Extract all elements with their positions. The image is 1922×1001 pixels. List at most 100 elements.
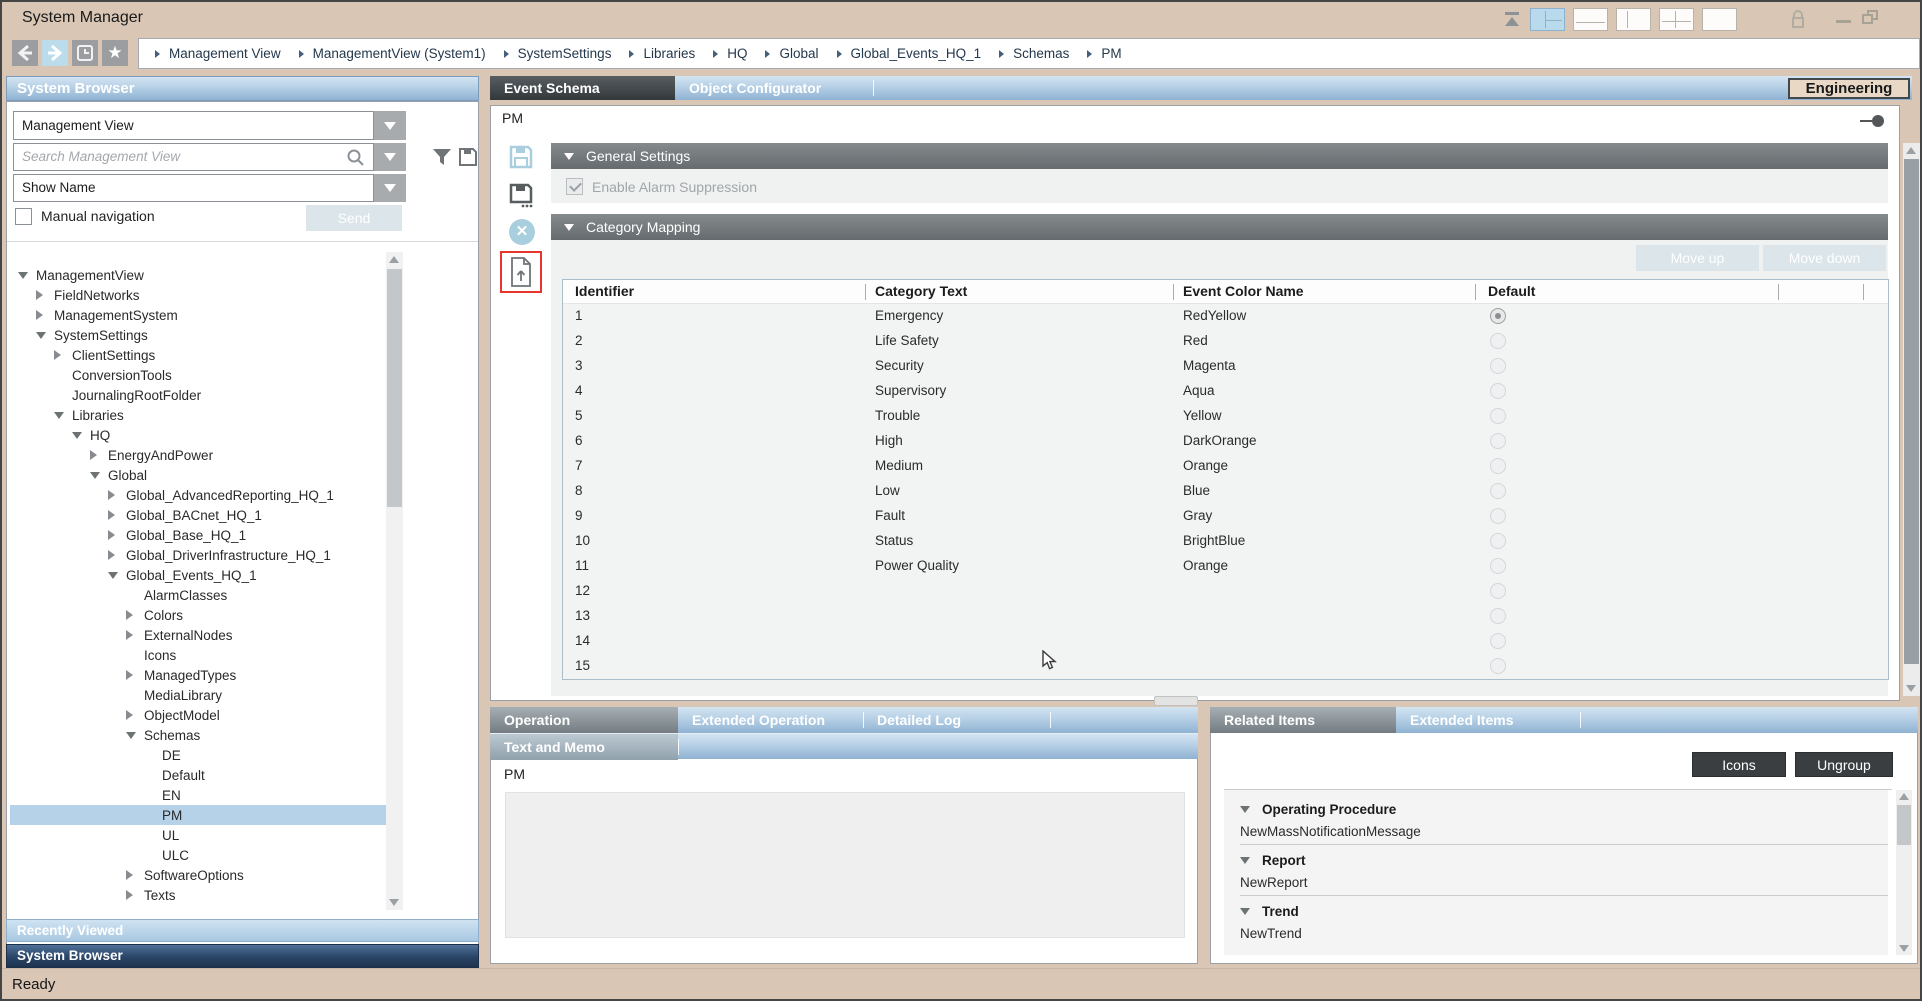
default-radio[interactable] (1490, 358, 1506, 374)
related-item-NewReport[interactable]: NewReport (1240, 871, 1888, 893)
default-radio[interactable] (1490, 608, 1506, 624)
expanded-arrow-icon[interactable] (1240, 806, 1250, 813)
tab-text-and-memo[interactable]: Text and Memo (490, 734, 678, 760)
lock-icon[interactable] (1790, 9, 1806, 30)
related-group-trend[interactable]: Trend (1240, 900, 1888, 922)
tree-item-ManagementView[interactable]: ManagementView (10, 265, 388, 285)
tree-item-Global_Base_HQ_1[interactable]: Global_Base_HQ_1 (10, 525, 388, 545)
default-radio[interactable] (1490, 308, 1506, 324)
tree-scrollbar-thumb[interactable] (387, 269, 402, 507)
category-row-5[interactable]: 5TroubleYellow (563, 404, 1888, 429)
tree-item-ClientSettings[interactable]: ClientSettings (10, 345, 388, 365)
restore-button[interactable] (1862, 10, 1880, 26)
category-row-8[interactable]: 8LowBlue (563, 479, 1888, 504)
tree-item-FieldNetworks[interactable]: FieldNetworks (10, 285, 388, 305)
category-row-10[interactable]: 10StatusBrightBlue (563, 529, 1888, 554)
expanded-arrow-icon[interactable] (1240, 908, 1250, 915)
tree-item-ExternalNodes[interactable]: ExternalNodes (10, 625, 388, 645)
collapsed-arrow-icon[interactable] (36, 290, 54, 300)
ungroup-button[interactable]: Ungroup (1795, 752, 1893, 777)
category-row-4[interactable]: 4SupervisoryAqua (563, 379, 1888, 404)
system-browser-bar[interactable]: System Browser (6, 944, 479, 968)
default-radio[interactable] (1490, 383, 1506, 399)
tab-related-items[interactable]: Related Items (1210, 707, 1396, 733)
tree-item-ObjectModel[interactable]: ObjectModel (10, 705, 388, 725)
tree-item-Default[interactable]: Default (10, 765, 388, 785)
tree-item-MediaLibrary[interactable]: MediaLibrary (10, 685, 388, 705)
layout-preset-3-button[interactable] (1616, 8, 1651, 31)
display-mode-selector[interactable]: Show Name (13, 174, 374, 202)
memo-textarea[interactable] (505, 792, 1185, 938)
collapsed-arrow-icon[interactable] (108, 510, 126, 520)
icons-button[interactable]: Icons (1692, 752, 1786, 777)
default-radio[interactable] (1490, 633, 1506, 649)
breadcrumb-item[interactable]: Schemas (999, 46, 1069, 61)
tree-item-ConversionTools[interactable]: ConversionTools (10, 365, 388, 385)
tree-item-SoftwareOptions[interactable]: SoftwareOptions (10, 865, 388, 885)
default-radio[interactable] (1490, 533, 1506, 549)
tree-item-Global_Events_HQ_1[interactable]: Global_Events_HQ_1 (10, 565, 388, 585)
search-icon[interactable] (346, 148, 365, 167)
tab-object-configurator[interactable]: Object Configurator (675, 76, 862, 100)
collapsed-arrow-icon[interactable] (126, 630, 144, 640)
tree-item-HQ[interactable]: HQ (10, 425, 388, 445)
scroll-up-icon[interactable] (1906, 147, 1916, 154)
category-row-12[interactable]: 12 (563, 579, 1888, 604)
save-icon[interactable] (507, 143, 535, 171)
breadcrumb-item[interactable]: Libraries (629, 46, 695, 61)
main-scrollbar[interactable] (1903, 143, 1920, 696)
breadcrumb-item[interactable]: PM (1087, 46, 1121, 61)
tree-item-Global_BACnet_HQ_1[interactable]: Global_BACnet_HQ_1 (10, 505, 388, 525)
column-event-color-name[interactable]: Event Color Name (1183, 283, 1304, 299)
default-radio[interactable] (1490, 583, 1506, 599)
tree-item-ManagedTypes[interactable]: ManagedTypes (10, 665, 388, 685)
search-input[interactable]: Search Management View (13, 143, 374, 171)
category-row-3[interactable]: 3SecurityMagenta (563, 354, 1888, 379)
tab-event-schema[interactable]: Event Schema (490, 76, 675, 100)
tab-detailed-log[interactable]: Detailed Log (863, 707, 1050, 733)
tree-item-Schemas[interactable]: Schemas (10, 725, 388, 745)
default-radio[interactable] (1490, 408, 1506, 424)
save-as-icon[interactable] (507, 181, 535, 209)
expanded-arrow-icon[interactable] (126, 732, 144, 739)
default-radio[interactable] (1490, 433, 1506, 449)
related-group-operating-procedure[interactable]: Operating Procedure (1240, 798, 1888, 820)
collapse-top-icon[interactable] (1502, 11, 1522, 27)
tree-item-PM[interactable]: PM (10, 805, 388, 825)
tree-scrollbar[interactable] (386, 252, 403, 910)
scroll-down-icon[interactable] (1899, 945, 1909, 952)
category-row-7[interactable]: 7MediumOrange (563, 454, 1888, 479)
category-row-6[interactable]: 6HighDarkOrange (563, 429, 1888, 454)
category-row-15[interactable]: 15 (563, 654, 1888, 679)
back-button[interactable] (12, 40, 38, 66)
collapsed-arrow-icon[interactable] (90, 450, 108, 460)
related-item-NewTrend[interactable]: NewTrend (1240, 922, 1888, 944)
category-row-14[interactable]: 14 (563, 629, 1888, 654)
scroll-up-icon[interactable] (1899, 793, 1909, 800)
collapsed-arrow-icon[interactable] (126, 710, 144, 720)
tab-extended-operation[interactable]: Extended Operation (678, 707, 863, 733)
pin-indicator-icon[interactable] (1860, 115, 1888, 127)
main-scrollbar-thumb[interactable] (1904, 159, 1919, 664)
forward-button[interactable] (42, 40, 68, 66)
collapsed-arrow-icon[interactable] (108, 490, 126, 500)
breadcrumb-item[interactable]: Management View (155, 46, 281, 61)
expanded-arrow-icon[interactable] (72, 432, 90, 439)
breadcrumb-item[interactable]: SystemSettings (504, 46, 612, 61)
tree-item-AlarmClasses[interactable]: AlarmClasses (10, 585, 388, 605)
default-radio[interactable] (1490, 483, 1506, 499)
layout-preset-1-button[interactable] (1530, 8, 1565, 31)
tree-item-Libraries[interactable]: Libraries (10, 405, 388, 425)
related-item-NewMassNotificationMessage[interactable]: NewMassNotificationMessage (1240, 820, 1888, 842)
history-icon[interactable] (72, 40, 98, 66)
tree-item-EnergyAndPower[interactable]: EnergyAndPower (10, 445, 388, 465)
category-row-13[interactable]: 13 (563, 604, 1888, 629)
horizontal-splitter-handle[interactable] (1154, 696, 1198, 706)
filter-icon[interactable] (430, 145, 454, 169)
move-up-button[interactable]: Move up (1636, 245, 1759, 271)
tab-extended-items[interactable]: Extended Items (1396, 707, 1580, 733)
layout-preset-4-button[interactable] (1659, 8, 1694, 31)
default-radio[interactable] (1490, 458, 1506, 474)
tree-item-Icons[interactable]: Icons (10, 645, 388, 665)
view-selector-dropdown-button[interactable] (374, 111, 406, 140)
